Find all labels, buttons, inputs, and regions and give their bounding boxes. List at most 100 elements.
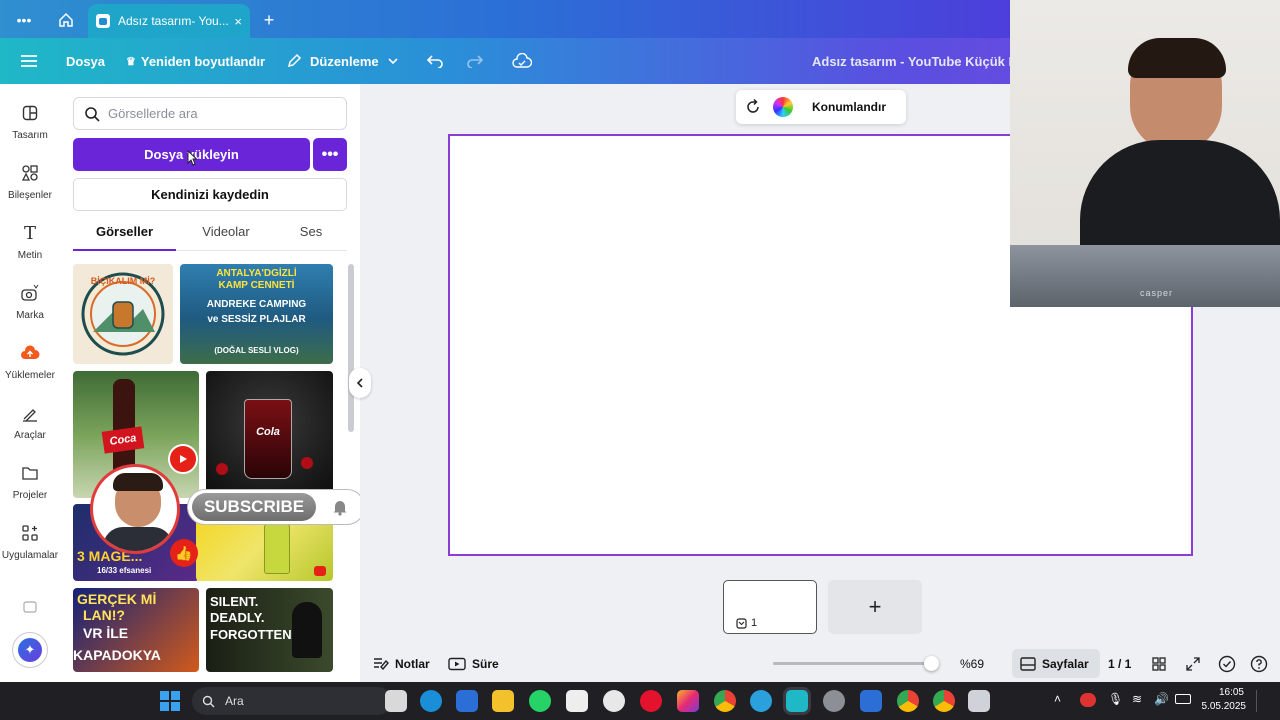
battery-icon[interactable]	[1175, 694, 1191, 704]
upload-more-button[interactable]: •••	[313, 138, 347, 171]
chrome-profile-icon[interactable]	[933, 690, 955, 712]
taskbar-search[interactable]: Ara	[192, 687, 392, 715]
thumbnail-text: KAPADOKYA	[73, 647, 161, 663]
hair-shape	[113, 473, 163, 491]
add-page-button[interactable]: +	[828, 580, 922, 634]
rail-item-elements[interactable]: Bileşenler	[0, 162, 60, 218]
more-icon[interactable]: •••	[12, 8, 36, 32]
clock-time[interactable]: 16:05	[1200, 687, 1244, 698]
rail-label: Metin	[17, 250, 43, 261]
zoom-slider-handle[interactable]	[924, 656, 939, 671]
browser-tab[interactable]: Adsız tasarım- You... ×	[88, 4, 250, 38]
instagram-icon[interactable]	[677, 690, 699, 712]
settings-icon[interactable]	[823, 690, 845, 712]
check-icon[interactable]	[1218, 645, 1236, 682]
clock-date[interactable]: 5.05.2025	[1196, 701, 1247, 712]
close-tab-icon[interactable]: ×	[234, 14, 242, 29]
page-thumbnail[interactable]: 1	[723, 580, 817, 634]
sparkle-icon: ✦	[18, 638, 42, 662]
mouse-cursor-icon	[187, 149, 198, 166]
undo-icon[interactable]	[426, 38, 444, 84]
fullscreen-icon[interactable]	[1186, 645, 1200, 682]
redo-icon[interactable]	[466, 38, 484, 84]
webcam-overlay: casper	[1010, 0, 1280, 307]
microphone-icon[interactable]: 🎙	[1108, 692, 1123, 706]
subscribe-button: SUBSCRIBE	[192, 493, 316, 521]
image-thumbnail[interactable]: Cola	[206, 371, 333, 498]
image-thumbnail[interactable]: SILENT. DEADLY. FORGOTTEN	[206, 588, 333, 672]
thumbnail-text: VR İLE	[83, 625, 129, 641]
pages-button[interactable]: Sayfalar	[1012, 649, 1100, 678]
snipping-tool-icon[interactable]	[968, 690, 990, 712]
zoom-slider[interactable]	[773, 656, 939, 671]
ai-refresh-icon[interactable]	[738, 90, 768, 124]
resize-button[interactable]: ♛ Yeniden boyutlandır	[126, 38, 265, 84]
canva-app-icon[interactable]	[786, 690, 808, 712]
menu-icon[interactable]	[20, 38, 38, 84]
position-button[interactable]: Konumlandır	[812, 100, 886, 114]
scrollbar-thumb[interactable]	[348, 264, 354, 432]
search-input[interactable]: Görsellerde ara	[73, 97, 347, 130]
collapse-panel-button[interactable]	[349, 368, 371, 398]
antivirus-icon[interactable]	[1080, 693, 1096, 707]
remote-desktop-icon[interactable]	[860, 690, 882, 712]
telegram-icon[interactable]	[750, 690, 772, 712]
grid-view-icon[interactable]	[1152, 645, 1166, 682]
os-taskbar: Ara ˄ 🎙 ≋ 🔊 16:05 5.05.2025	[0, 682, 1280, 720]
rail-item-apps[interactable]: Uygulamalar	[0, 522, 60, 578]
hair-shape	[1128, 38, 1226, 78]
crown-icon: ♛	[126, 55, 136, 68]
duration-button[interactable]: Süre	[448, 645, 499, 682]
windows-start-icon[interactable]	[160, 691, 180, 711]
chrome-profile-icon[interactable]	[897, 690, 919, 712]
notes-button[interactable]: Notlar	[373, 645, 430, 682]
rail-item-design[interactable]: Tasarım	[0, 102, 60, 158]
edit-menu[interactable]: Düzenleme	[286, 38, 399, 84]
cherry-shape	[216, 463, 228, 475]
chatgpt-icon[interactable]	[603, 690, 625, 712]
task-view-icon[interactable]	[385, 690, 407, 712]
tab-videos[interactable]: Videolar	[178, 224, 274, 248]
chrome-icon[interactable]	[714, 690, 736, 712]
capcut-icon[interactable]	[566, 690, 588, 712]
edge-icon[interactable]	[420, 690, 442, 712]
color-wheel-shape	[773, 97, 793, 117]
new-tab-button[interactable]: +	[257, 8, 281, 32]
chevron-up-icon[interactable]: ˄	[1054, 692, 1061, 706]
rail-item-tools[interactable]: Araçlar	[0, 402, 60, 458]
rail-item-text[interactable]: T Metin	[0, 222, 60, 278]
search-icon	[85, 106, 100, 122]
rail-item-brand[interactable]: Marka	[0, 282, 60, 338]
rail-label: Uygulamalar	[1, 550, 59, 561]
page-counter[interactable]: 1 / 1	[1108, 645, 1131, 682]
document-title[interactable]: Adsız tasarım - YouTube Küçük Resi	[812, 38, 1036, 84]
image-thumbnail[interactable]: BİÇIKALIM Mİ?	[73, 264, 173, 364]
store-icon[interactable]	[456, 690, 478, 712]
magic-ai-button[interactable]: ✦	[12, 632, 48, 668]
tab-audio[interactable]: Ses	[280, 224, 342, 248]
cloud-saved-icon[interactable]	[512, 38, 532, 84]
thumbnail-text: FORGOTTEN	[210, 627, 292, 642]
whatsapp-icon[interactable]	[529, 690, 551, 712]
volume-icon[interactable]: 🔊	[1154, 692, 1169, 706]
wifi-icon[interactable]: ≋	[1132, 692, 1142, 706]
file-explorer-icon[interactable]	[492, 690, 514, 712]
record-yourself-button[interactable]: Kendinizi kaydedin	[73, 178, 347, 211]
help-icon[interactable]	[1250, 645, 1268, 682]
tab-images[interactable]: Görseller	[73, 224, 176, 248]
laptop-brand: casper	[1140, 288, 1174, 298]
panel-scrollbar[interactable]	[348, 256, 354, 676]
rail-item-projects[interactable]: Projeler	[0, 462, 60, 518]
show-desktop-button[interactable]	[1256, 690, 1274, 712]
color-picker-icon[interactable]	[768, 90, 798, 124]
image-thumbnail[interactable]: GERÇEK Mİ LAN!? VR İLE KAPADOKYA	[73, 588, 199, 672]
thumbnail-text: 16/33 efsanesi	[97, 566, 152, 575]
image-thumbnail[interactable]: ANTALYA'DGİZLİ KAMP CENNETİ ANDREKE CAMP…	[180, 264, 333, 364]
thumbnail-text: BİÇIKALIM Mİ?	[90, 276, 156, 286]
file-menu[interactable]: Dosya	[66, 38, 105, 84]
zoom-level[interactable]: %69	[960, 645, 984, 682]
home-icon[interactable]	[54, 8, 78, 32]
opera-icon[interactable]	[640, 690, 662, 712]
rail-label: Yüklemeler	[4, 370, 56, 381]
rail-item-uploads[interactable]: Yüklemeler	[0, 342, 60, 398]
